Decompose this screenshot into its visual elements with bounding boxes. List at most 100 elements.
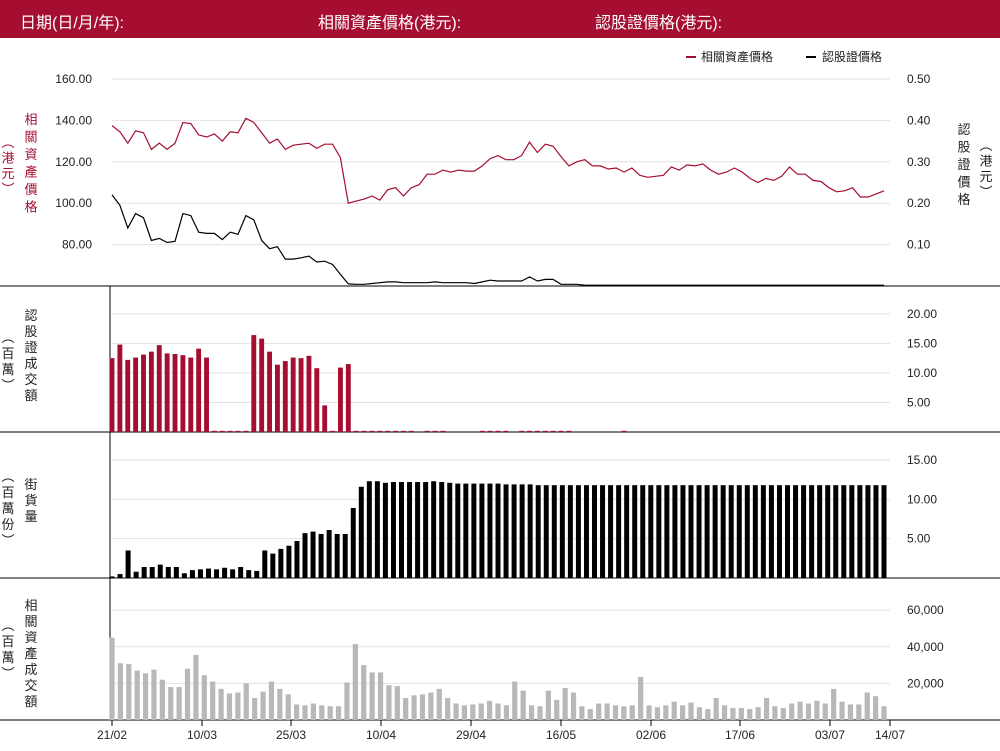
outstanding-bar <box>133 571 139 578</box>
left-tick-label: 100.00 <box>55 196 92 210</box>
right-tick-label: 0.20 <box>907 196 931 210</box>
asset-turnover-bar <box>277 688 283 720</box>
warrant-turnover-bar <box>314 368 320 432</box>
outstanding-bar <box>189 570 195 578</box>
asset-turnover-bar <box>294 704 300 720</box>
warrant-turnover-bar <box>527 430 532 432</box>
warrant-turnover-bar <box>133 357 139 432</box>
legend-asset: 相關資產價格 <box>701 49 773 64</box>
right-axis-title: 證 <box>957 157 970 172</box>
warrant-turnover-axis-title: 交 <box>24 372 37 387</box>
outstanding-bar <box>567 485 573 578</box>
outstanding-bar <box>752 485 758 578</box>
asset-turnover-bar <box>369 672 375 720</box>
outstanding-bar <box>165 566 171 578</box>
warrant-turnover-bar <box>219 430 225 432</box>
asset-turnover-bar <box>461 705 468 720</box>
asset-turnover-bar <box>252 698 258 720</box>
outstanding-bar <box>600 485 606 578</box>
outstanding-bar <box>270 553 276 578</box>
outstanding-bar <box>350 507 356 578</box>
outstanding-bar <box>157 564 163 578</box>
right-tick-label: 0.10 <box>907 238 931 252</box>
outstanding-bar <box>712 485 718 578</box>
asset-turnover-axis-title: 關 <box>24 614 37 629</box>
asset-turnover-bar <box>864 692 870 720</box>
warrant-turnover-bar <box>519 430 525 432</box>
right-axis-title: 股 <box>957 140 970 155</box>
warrant-turnover-tick-label: 20.00 <box>907 307 937 321</box>
outstanding-bar <box>583 485 589 578</box>
left-axis-title: 關 <box>24 130 37 145</box>
outstanding-bar <box>865 485 871 578</box>
right-axis-title: 認 <box>957 122 970 137</box>
asset-turnover-bar <box>747 709 753 720</box>
asset-turnover-bar <box>428 692 434 720</box>
asset-turnover-bar <box>570 692 577 720</box>
outstanding-bar <box>342 533 348 578</box>
left-axis-unit: 元 <box>1 166 14 181</box>
asset-turnover-bar <box>772 706 778 720</box>
asset-turnover-axis-title: 交 <box>24 678 37 693</box>
asset-turnover-bar <box>621 706 627 720</box>
warrant-turnover-axis-unit: ︶ <box>1 378 14 393</box>
outstanding-bar <box>471 483 477 578</box>
warrant-turnover-bar <box>211 430 217 432</box>
outstanding-bar <box>527 484 533 578</box>
warrant-turnover-tick-label: 15.00 <box>907 336 937 350</box>
warrant-turnover-bar <box>338 367 343 432</box>
right-axis-unit: ︵ <box>979 138 992 153</box>
outstanding-bar <box>382 482 388 578</box>
warrant-turnover-bar <box>156 345 162 432</box>
outstanding-axis-unit: ︶ <box>1 533 14 548</box>
asset-turnover-bar <box>881 706 887 720</box>
asset-turnover-bar <box>512 681 518 720</box>
asset-turnover-bar <box>201 675 207 720</box>
warrant-turnover-bar <box>503 430 509 432</box>
warrant-turnover-bar <box>204 357 209 432</box>
warrant-turnover-bar <box>558 430 564 432</box>
asset-turnover-bar <box>419 694 426 720</box>
outstanding-bar <box>455 483 461 578</box>
outstanding-bar <box>447 482 453 578</box>
outstanding-bar <box>849 485 855 578</box>
outstanding-bar <box>479 483 485 578</box>
asset-turnover-bar <box>302 705 308 720</box>
asset-turnover-axis-unit: ︵ <box>1 618 14 633</box>
outstanding-bar <box>463 483 469 578</box>
asset-turnover-axis-title: 成 <box>24 662 37 677</box>
warrant-turnover-bar <box>243 430 249 432</box>
outstanding-axis-unit: ︵ <box>1 469 14 484</box>
outstanding-bar <box>407 482 413 578</box>
warrant-turnover-bar <box>188 357 194 432</box>
asset-turnover-bar <box>403 698 409 720</box>
outstanding-bar <box>720 485 726 578</box>
asset-turnover-tick-label: 40,000 <box>907 640 944 654</box>
outstanding-bar <box>310 531 316 578</box>
outstanding-axis-title: 量 <box>24 509 37 524</box>
asset-turnover-bar <box>243 683 249 720</box>
warrant-turnover-bar <box>109 358 115 432</box>
outstanding-bar <box>664 485 670 578</box>
left-tick-label: 140.00 <box>55 113 92 127</box>
outstanding-bar <box>873 485 879 578</box>
asset-turnover-axis-title: 資 <box>24 630 37 645</box>
outstanding-bar <box>768 485 774 578</box>
asset-turnover-bar <box>495 703 501 720</box>
warrant-turnover-bar <box>180 355 186 432</box>
asset-turnover-bar <box>680 705 686 720</box>
x-tick-label: 29/04 <box>456 728 486 742</box>
outstanding-bar <box>286 545 292 578</box>
outstanding-bar <box>334 533 340 578</box>
left-axis-title: 格 <box>24 200 37 215</box>
right-axis-unit: ︶ <box>979 185 992 200</box>
outstanding-axis-unit: 百 <box>1 485 14 500</box>
outstanding-bar <box>608 485 614 578</box>
outstanding-bar <box>117 574 123 578</box>
warrant-turnover-bar <box>361 430 367 432</box>
asset-turnover-bar <box>797 701 803 720</box>
asset-turnover-bar <box>377 672 384 720</box>
warrant-turnover-bar <box>172 354 178 432</box>
warrant-turnover-bar <box>353 430 359 432</box>
x-tick-label: 21/02 <box>97 728 127 742</box>
